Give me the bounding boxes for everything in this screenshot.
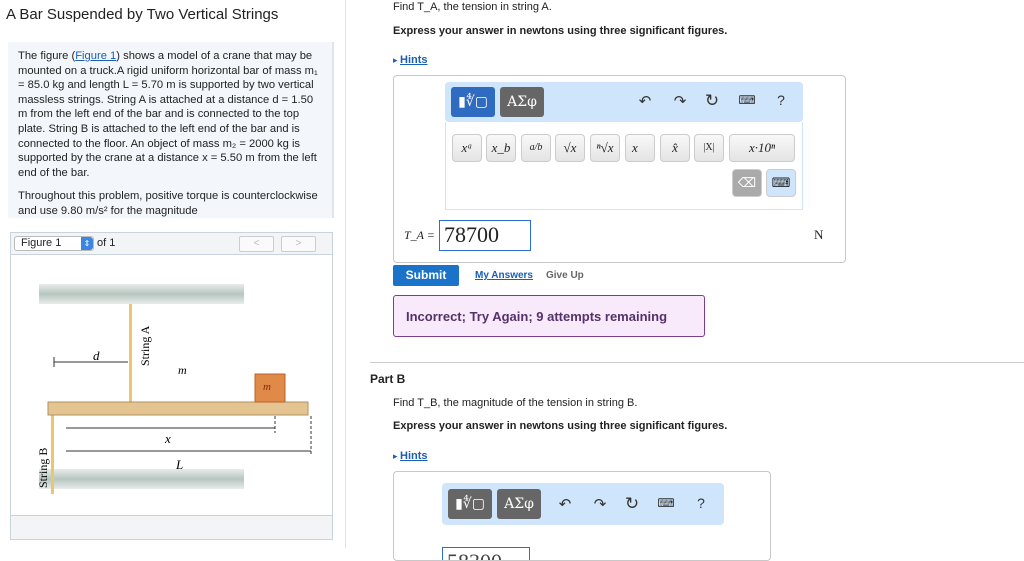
keyboard-toggle-icon[interactable]: ⌨ (766, 169, 796, 197)
next-figure-button[interactable]: > (281, 236, 316, 252)
abs-key[interactable]: |X| (694, 134, 724, 162)
undo-icon[interactable]: ↶ (555, 495, 575, 513)
keyboard-icon[interactable]: ⌨ (737, 93, 757, 107)
part-a-prompt: Find T_A, the tension in string A. (393, 1, 552, 13)
superscript-key[interactable]: xᵃ (452, 134, 482, 162)
keyboard-icon[interactable]: ⌨ (656, 496, 676, 510)
floor-plate (39, 469, 244, 489)
figure-panel: Figure 1 ⇕ of 1 < > d String A m m x L St… (10, 232, 333, 540)
figure-footer (11, 515, 332, 539)
templates-button[interactable]: ▮∜▢ (451, 87, 495, 117)
help-icon[interactable]: ? (771, 92, 791, 108)
keypad: xᵃ x_b a/b √x ⁿ√x x⃗ x̂ |X| x·10ⁿ ⌫ ⌨ (445, 122, 803, 210)
give-up-link[interactable]: Give Up (546, 270, 584, 281)
string-b (51, 414, 54, 494)
label-string-b: String B (36, 448, 50, 488)
bar (47, 401, 309, 416)
reset-icon[interactable]: ↻ (702, 91, 722, 111)
nth-root-key[interactable]: ⁿ√x (590, 134, 620, 162)
ta-input[interactable]: 78700 (439, 220, 531, 251)
reset-icon[interactable]: ↻ (622, 494, 642, 514)
figure-select[interactable]: Figure 1 ⇕ (14, 236, 94, 251)
label-L: L (175, 457, 183, 472)
label-x: x (164, 431, 171, 446)
figure-select-value: Figure 1 (21, 237, 62, 249)
desc-text: The figure ( (18, 50, 76, 62)
column-divider (345, 0, 346, 548)
label-m2: m (263, 381, 271, 393)
figure-count: of 1 (97, 237, 116, 249)
tb-input[interactable]: 58300 (442, 547, 530, 560)
desc-text: ) shows a model of a crane that may be m… (18, 50, 318, 179)
unit-vector-key[interactable]: x̂ (660, 134, 690, 162)
math-toolbar: ▮∜▢ ΑΣφ ↶ ↷ ↻ ⌨ ? (445, 82, 803, 122)
string-a (129, 304, 132, 402)
my-answers-link[interactable]: My Answers (475, 270, 533, 281)
part-a-instruction: Express your answer in newtons using thr… (393, 25, 728, 37)
figure-toolbar: Figure 1 ⇕ of 1 < > (11, 233, 332, 255)
sqrt-key[interactable]: √x (555, 134, 585, 162)
part-b-instruction: Express your answer in newtons using thr… (393, 420, 728, 432)
vector-key[interactable]: x⃗ (625, 134, 655, 162)
undo-icon[interactable]: ↶ (635, 92, 655, 110)
submit-button[interactable]: Submit (393, 265, 459, 286)
label-d: d (93, 348, 100, 363)
ta-label: T_A = (404, 228, 435, 242)
part-b-title[interactable]: Part B (370, 372, 405, 386)
fraction-key[interactable]: a/b (521, 134, 551, 162)
redo-icon[interactable]: ↷ (670, 92, 690, 110)
sci-notation-key[interactable]: x·10ⁿ (729, 134, 795, 162)
subscript-key[interactable]: x_b (486, 134, 516, 162)
hints-link[interactable]: Hints (400, 54, 428, 66)
part-a-answer-box: ▮∜▢ ΑΣφ ↶ ↷ ↻ ⌨ ? xᵃ x_b a/b √x ⁿ√x x⃗ x… (393, 75, 846, 263)
help-icon[interactable]: ? (691, 495, 711, 511)
select-arrows-icon: ⇕ (81, 237, 93, 250)
prev-figure-button[interactable]: < (239, 236, 274, 252)
math-toolbar: ▮∜▢ ΑΣφ ↶ ↷ ↻ ⌨ ? (442, 483, 724, 525)
label-m1: m (178, 363, 187, 377)
part-divider (370, 362, 1024, 363)
ta-unit: N (814, 227, 824, 242)
page-title: A Bar Suspended by Two Vertical Strings (6, 6, 279, 23)
feedback-message: Incorrect; Try Again; 9 attempts remaini… (393, 295, 705, 337)
templates-button[interactable]: ▮∜▢ (448, 489, 492, 519)
part-b-prompt: Find T_B, the magnitude of the tension i… (393, 397, 638, 409)
redo-icon[interactable]: ↷ (590, 495, 610, 513)
hints-link[interactable]: Hints (400, 450, 428, 462)
part-b-hints[interactable]: ▸ Hints (393, 446, 428, 464)
desc-text-2: Throughout this problem, positive torque… (18, 190, 318, 217)
problem-description: The figure (Figure 1) shows a model of a… (8, 42, 334, 218)
figure-link[interactable]: Figure 1 (75, 50, 116, 62)
greek-button[interactable]: ΑΣφ (500, 87, 544, 117)
crane-diagram: d String A m m x L String B (36, 284, 312, 494)
part-a-hints[interactable]: ▸ Hints (393, 50, 428, 68)
top-plate (39, 284, 244, 304)
backspace-icon[interactable]: ⌫ (732, 169, 762, 197)
greek-button[interactable]: ΑΣφ (497, 489, 541, 519)
label-string-a: String A (138, 325, 152, 366)
